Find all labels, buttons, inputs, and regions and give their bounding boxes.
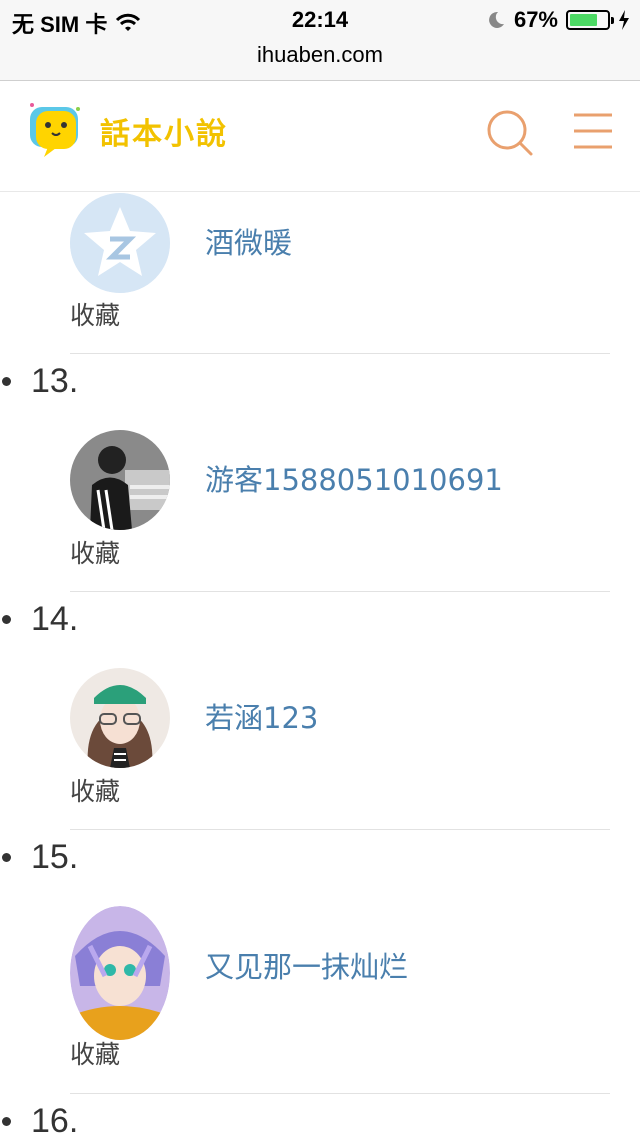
avatar[interactable] bbox=[70, 668, 170, 768]
divider bbox=[70, 829, 610, 830]
charging-icon bbox=[619, 10, 629, 30]
avatar[interactable] bbox=[70, 193, 170, 293]
rank-number: 15. bbox=[0, 838, 78, 877]
logo-mascot-icon bbox=[30, 103, 80, 157]
rank-text: 15. bbox=[31, 838, 79, 876]
divider bbox=[70, 591, 610, 592]
bullet-icon bbox=[2, 853, 11, 862]
favorite-label[interactable]: 收藏 bbox=[70, 534, 120, 570]
rank-number: 13. bbox=[0, 362, 78, 401]
moon-icon bbox=[489, 11, 504, 28]
divider bbox=[70, 353, 610, 354]
address-bar[interactable]: ihuaben.com bbox=[0, 40, 640, 81]
rank-number: 16. bbox=[0, 1102, 78, 1141]
user-name-link[interactable]: 游客1588051010691 bbox=[205, 457, 503, 499]
avatar[interactable] bbox=[70, 906, 170, 1040]
user-name-link[interactable]: 酒微暖 bbox=[205, 220, 292, 262]
user-photo-icon bbox=[70, 430, 170, 530]
user-name-link[interactable]: 若涵123 bbox=[205, 695, 318, 737]
user-photo-icon bbox=[70, 668, 170, 768]
rank-text: 13. bbox=[31, 362, 79, 400]
battery-icon bbox=[566, 10, 614, 30]
favorite-label[interactable]: 收藏 bbox=[70, 772, 120, 808]
bullet-icon bbox=[2, 377, 11, 386]
status-right: 67% bbox=[486, 7, 630, 33]
bullet-icon bbox=[2, 615, 11, 624]
bullet-icon bbox=[2, 1117, 11, 1126]
logo-text: 話本小說 bbox=[100, 117, 228, 152]
rank-text: 14. bbox=[31, 600, 79, 638]
url-text[interactable]: ihuaben.com bbox=[257, 42, 383, 67]
site-logo[interactable]: 話本小說 bbox=[26, 101, 228, 161]
divider bbox=[70, 1093, 610, 1094]
rank-text: 16. bbox=[31, 1102, 79, 1140]
default-avatar-icon bbox=[70, 193, 170, 293]
search-icon[interactable] bbox=[485, 108, 535, 158]
favorite-label[interactable]: 收藏 bbox=[70, 1035, 120, 1071]
favorite-label[interactable]: 收藏 bbox=[70, 296, 120, 332]
status-bar: 无 SIM 卡 22:14 67% bbox=[0, 0, 640, 40]
user-photo-icon bbox=[70, 906, 170, 1040]
rank-number: 14. bbox=[0, 600, 78, 639]
site-header: 話本小說 bbox=[0, 81, 640, 192]
menu-icon[interactable] bbox=[572, 111, 614, 151]
battery-percent: 67% bbox=[513, 7, 558, 32]
avatar[interactable] bbox=[70, 430, 170, 530]
user-name-link[interactable]: 又见那一抹灿烂 bbox=[205, 944, 408, 986]
